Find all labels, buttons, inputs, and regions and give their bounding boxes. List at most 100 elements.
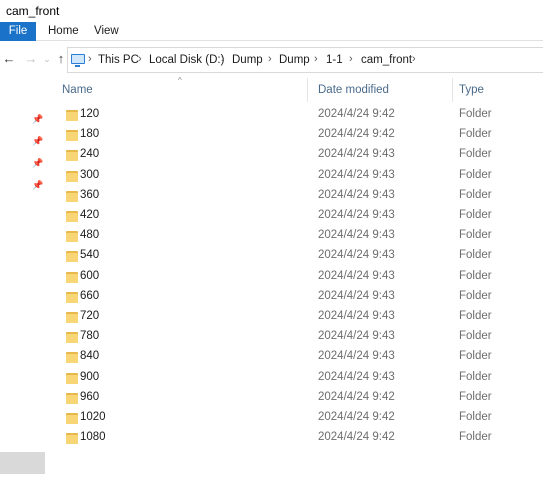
sort-indicator-icon: ^	[178, 76, 182, 85]
pin-icon[interactable]: 📌	[32, 180, 43, 190]
table-row[interactable]: 600 2024/4/24 9:43 Folder	[50, 266, 543, 286]
file-type: Folder	[459, 289, 492, 302]
table-row[interactable]: 300 2024/4/24 9:43 Folder	[50, 165, 543, 185]
up-arrow-icon[interactable]: ↑	[54, 52, 68, 66]
breadcrumb-separator[interactable]: ›	[221, 53, 225, 65]
file-type: Folder	[459, 148, 492, 161]
file-date-modified: 2024/4/24 9:43	[318, 310, 395, 322]
file-date-modified: 2024/4/24 9:42	[318, 128, 395, 141]
folder-icon	[66, 210, 78, 222]
file-name: 1020	[80, 411, 106, 423]
folder-icon	[66, 149, 78, 162]
address-bar[interactable]: › This PC › Local Disk (D:) › Dump › Dum…	[67, 47, 543, 73]
folder-icon	[66, 331, 78, 344]
file-type: Folder	[459, 310, 492, 322]
breadcrumb-separator[interactable]: ›	[268, 53, 272, 65]
breadcrumb-dump-2[interactable]: Dump	[279, 54, 310, 66]
folder-icon	[66, 432, 78, 445]
file-name: 480	[80, 229, 100, 242]
file-type: Folder	[459, 390, 492, 403]
file-type: Folder	[459, 249, 492, 262]
file-date-modified: 2024/4/24 9:43	[318, 188, 395, 201]
file-date-modified: 2024/4/24 9:42	[318, 390, 395, 403]
table-row[interactable]: 120 2024/4/24 9:42 Folder	[50, 104, 543, 124]
file-name: 540	[80, 249, 100, 262]
breadcrumb-cam-front[interactable]: cam_front	[361, 54, 412, 66]
column-divider[interactable]	[452, 78, 453, 102]
breadcrumb-separator[interactable]: ›	[314, 53, 318, 65]
file-name: 780	[80, 330, 100, 343]
column-header-name[interactable]: Name	[62, 78, 93, 102]
breadcrumb-separator[interactable]: ›	[349, 53, 353, 65]
column-divider[interactable]	[307, 78, 308, 102]
column-header-type[interactable]: Type	[459, 78, 484, 102]
breadcrumb-local-disk[interactable]: Local Disk (D:)	[149, 54, 224, 66]
tab-file[interactable]: File	[0, 22, 36, 41]
breadcrumb-separator[interactable]: ›	[138, 53, 142, 65]
folder-icon	[66, 170, 78, 182]
breadcrumb-separator[interactable]: ›	[412, 53, 416, 65]
file-name: 300	[80, 168, 100, 181]
table-row[interactable]: 660 2024/4/24 9:43 Folder	[50, 286, 543, 306]
forward-arrow-icon[interactable]: →	[24, 52, 38, 66]
file-date-modified: 2024/4/24 9:43	[318, 249, 395, 262]
title-bar: cam_front	[0, 0, 543, 22]
table-row[interactable]: 180 2024/4/24 9:42 Folder	[50, 124, 543, 144]
pin-icon[interactable]: 📌	[32, 136, 43, 146]
folder-icon	[66, 412, 78, 424]
column-header-date[interactable]: Date modified	[318, 78, 389, 102]
file-date-modified: 2024/4/24 9:42	[318, 411, 395, 423]
table-row[interactable]: 1020 2024/4/24 9:42 Folder	[50, 407, 543, 427]
file-type: Folder	[459, 108, 492, 120]
file-name: 1080	[80, 431, 106, 444]
pin-icon[interactable]: 📌	[32, 158, 43, 168]
breadcrumb-dump[interactable]: Dump	[232, 54, 263, 66]
folder-icon	[66, 190, 78, 202]
file-type: Folder	[459, 330, 492, 343]
breadcrumb-this-pc[interactable]: This PC	[98, 54, 139, 66]
file-name: 720	[80, 310, 100, 322]
selected-nav-item[interactable]	[0, 452, 45, 474]
file-date-modified: 2024/4/24 9:43	[318, 269, 395, 282]
file-date-modified: 2024/4/24 9:43	[318, 148, 395, 161]
table-row[interactable]: 720 2024/4/24 9:43 Folder	[50, 306, 543, 326]
table-row[interactable]: 240 2024/4/24 9:43 Folder	[50, 144, 543, 164]
file-type: Folder	[459, 229, 492, 242]
table-row[interactable]: 780 2024/4/24 9:43 Folder	[50, 326, 543, 346]
pin-icon[interactable]: 📌	[32, 114, 43, 124]
file-date-modified: 2024/4/24 9:42	[318, 108, 395, 120]
tab-home[interactable]: Home	[48, 22, 79, 41]
folder-icon	[66, 392, 78, 404]
file-type: Folder	[459, 209, 492, 221]
file-name: 960	[80, 390, 100, 403]
navigation-pane: 📌 📌 📌 📌	[0, 78, 50, 481]
file-name: 240	[80, 148, 100, 161]
file-date-modified: 2024/4/24 9:43	[318, 229, 395, 242]
table-row[interactable]: 1080 2024/4/24 9:42 Folder	[50, 427, 543, 447]
tab-view[interactable]: View	[94, 22, 119, 41]
back-arrow-icon[interactable]: ←	[2, 52, 16, 66]
table-row[interactable]: 420 2024/4/24 9:43 Folder	[50, 205, 543, 225]
recent-locations-chevron-icon[interactable]: ⌄	[40, 52, 54, 66]
folder-icon	[66, 109, 78, 121]
table-row[interactable]: 900 2024/4/24 9:43 Folder	[50, 367, 543, 387]
this-pc-icon	[71, 54, 85, 67]
file-type: Folder	[459, 411, 492, 423]
window-title: cam_front	[6, 4, 60, 18]
table-row[interactable]: 480 2024/4/24 9:43 Folder	[50, 225, 543, 245]
table-row[interactable]: 960 2024/4/24 9:42 Folder	[50, 387, 543, 407]
file-date-modified: 2024/4/24 9:42	[318, 431, 395, 444]
file-name: 420	[80, 209, 100, 221]
table-row[interactable]: 840 2024/4/24 9:43 Folder	[50, 346, 543, 366]
file-type: Folder	[459, 350, 492, 363]
navigation-bar: ← → ⌄ ↑ › This PC › Local Disk (D:) › Du…	[0, 42, 543, 78]
breadcrumb-1-1[interactable]: 1-1	[326, 54, 343, 66]
file-date-modified: 2024/4/24 9:43	[318, 350, 395, 363]
breadcrumb-separator[interactable]: ›	[88, 53, 92, 65]
table-row[interactable]: 540 2024/4/24 9:43 Folder	[50, 245, 543, 265]
folder-icon	[66, 372, 78, 384]
file-date-modified: 2024/4/24 9:43	[318, 209, 395, 221]
file-type: Folder	[459, 128, 492, 141]
table-row[interactable]: 360 2024/4/24 9:43 Folder	[50, 185, 543, 205]
file-list: ^ Name Date modified Type 120 2024/4/24 9…	[50, 76, 543, 481]
